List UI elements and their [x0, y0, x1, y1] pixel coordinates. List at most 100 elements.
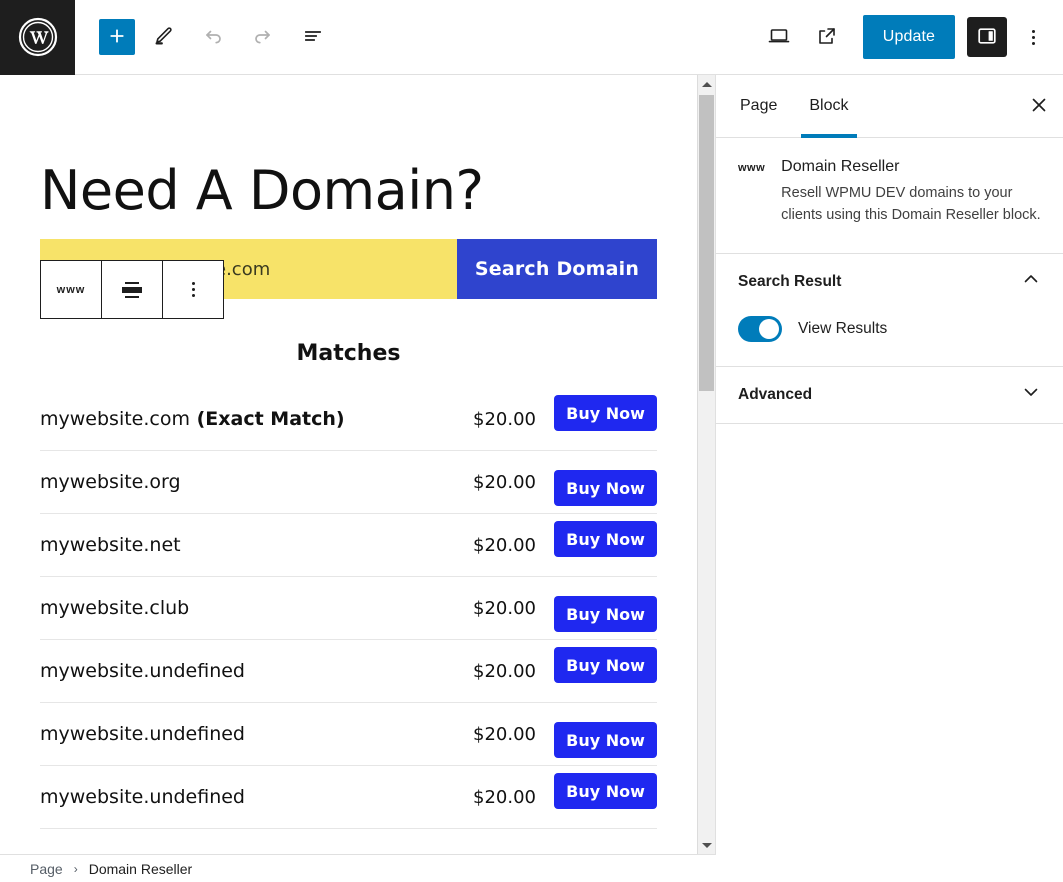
table-row: mywebsite.org $20.00 Buy Now [40, 451, 657, 514]
toolbar-right-tools: Update [757, 15, 1063, 59]
domain-name: mywebsite.undefined [40, 660, 473, 682]
domain-price: $20.00 [473, 535, 536, 556]
buy-now-button[interactable]: Buy Now [554, 470, 657, 506]
list-view-button[interactable] [291, 15, 335, 59]
domain-reseller-block-icon: www [57, 284, 86, 296]
three-dots-vertical-icon [1032, 30, 1035, 45]
domain-name: mywebsite.com (Exact Match) [40, 408, 473, 430]
panel-title: Search Result [738, 273, 1021, 291]
domain-name: mywebsite.net [40, 534, 473, 556]
toggle-knob [759, 319, 779, 339]
domain-name: mywebsite.undefined [40, 786, 473, 808]
domain-name: mywebsite.club [40, 597, 473, 619]
buy-now-button[interactable]: Buy Now [554, 773, 657, 809]
chevron-right-icon: › [74, 862, 78, 876]
table-row: mywebsite.club $20.00 Buy Now [40, 577, 657, 640]
wordpress-logo-icon [18, 17, 58, 57]
domain-price: $20.00 [473, 787, 536, 808]
panel-advanced-header[interactable]: Advanced [716, 367, 1063, 423]
scrollbar-thumb[interactable] [699, 95, 714, 391]
chevron-down-icon [702, 843, 712, 848]
panel-advanced: Advanced [716, 367, 1063, 424]
laptop-icon [766, 23, 792, 52]
buy-now-button[interactable]: Buy Now [554, 521, 657, 557]
pencil-icon [151, 24, 175, 51]
editor-canvas-region: Need A Domain? Eg: businessname.com Sear… [0, 75, 716, 854]
close-sidebar-button[interactable] [1015, 75, 1063, 137]
buy-now-button[interactable]: Buy Now [554, 722, 657, 758]
chevron-down-icon [1021, 382, 1041, 407]
edit-tool-button[interactable] [141, 15, 185, 59]
domain-price: $20.00 [473, 598, 536, 619]
block-info-card: www Domain Reseller Resell WPMU DEV doma… [716, 138, 1063, 254]
domain-price: $20.00 [473, 472, 536, 493]
search-domain-button[interactable]: Search Domain [457, 239, 657, 299]
domain-matches-list: mywebsite.com (Exact Match) $20.00 Buy N… [40, 388, 657, 829]
table-row: mywebsite.undefined $20.00 Buy Now [40, 766, 657, 829]
block-options-button[interactable] [163, 261, 223, 318]
view-site-button[interactable] [805, 15, 849, 59]
domain-price: $20.00 [473, 661, 536, 682]
panel-title: Advanced [738, 386, 1021, 404]
block-info-text: Domain Reseller Resell WPMU DEV domains … [781, 158, 1041, 227]
update-button[interactable]: Update [863, 15, 955, 59]
chevron-up-icon [702, 82, 712, 87]
block-description: Resell WPMU DEV domains to your clients … [781, 183, 1041, 227]
wordpress-logo-button[interactable] [0, 0, 75, 75]
breadcrumb-item-domain-reseller[interactable]: Domain Reseller [89, 861, 192, 877]
sidebar-tabs: Page Block [716, 75, 1063, 138]
domain-price: $20.00 [473, 409, 536, 430]
add-block-button[interactable] [99, 19, 135, 55]
settings-sidebar: Page Block www Domain Reseller Resell WP… [716, 75, 1063, 882]
breadcrumb-item-page[interactable]: Page [30, 861, 63, 877]
breadcrumb: Page › Domain Reseller [0, 854, 716, 882]
editor-canvas[interactable]: Need A Domain? Eg: businessname.com Sear… [0, 75, 697, 854]
panel-search-result-body: View Results [716, 310, 1063, 366]
plus-icon [106, 25, 128, 50]
more-options-button[interactable] [1015, 15, 1051, 59]
table-row: mywebsite.com (Exact Match) $20.00 Buy N… [40, 388, 657, 451]
canvas-scrollbar[interactable] [697, 75, 715, 854]
block-align-button[interactable] [102, 261, 163, 318]
view-results-toggle-row: View Results [738, 316, 1041, 342]
redo-arrow-icon [251, 24, 275, 51]
panel-search-result-header[interactable]: Search Result [716, 254, 1063, 310]
block-title: Domain Reseller [781, 158, 1041, 176]
buy-now-button[interactable]: Buy Now [554, 596, 657, 632]
undo-button[interactable] [191, 15, 235, 59]
more-options-icon [192, 282, 195, 297]
sidebar-panel-icon [976, 25, 998, 50]
domain-name: mywebsite.org [40, 471, 473, 493]
block-type-button[interactable]: www [41, 261, 102, 318]
tab-page[interactable]: Page [724, 75, 793, 137]
settings-sidebar-toggle-button[interactable] [967, 17, 1007, 57]
buy-now-button[interactable]: Buy Now [554, 647, 657, 683]
scroll-down-arrow[interactable] [698, 836, 715, 854]
tab-block[interactable]: Block [793, 75, 864, 137]
scroll-up-arrow[interactable] [698, 75, 715, 93]
list-view-icon [301, 24, 325, 51]
table-row: mywebsite.undefined $20.00 Buy Now [40, 703, 657, 766]
domain-price: $20.00 [473, 724, 536, 745]
buy-now-button[interactable]: Buy Now [554, 395, 657, 431]
view-results-label: View Results [798, 320, 887, 338]
redo-button[interactable] [241, 15, 285, 59]
preview-button[interactable] [757, 15, 801, 59]
toolbar-left-tools [99, 15, 335, 59]
editor-top-toolbar: Update [0, 0, 1063, 75]
close-x-icon [1029, 95, 1049, 118]
panel-search-result: Search Result View Results [716, 254, 1063, 367]
matches-heading: Matches [40, 341, 657, 366]
table-row: mywebsite.net $20.00 Buy Now [40, 514, 657, 577]
view-results-toggle[interactable] [738, 316, 782, 342]
chevron-up-icon [1021, 269, 1041, 294]
table-row: mywebsite.undefined $20.00 Buy Now [40, 640, 657, 703]
external-link-icon [815, 24, 839, 51]
block-toolbar: www [40, 260, 224, 319]
align-center-icon [122, 282, 142, 298]
wordpress-block-editor: Update Need A Domain? Eg: businessname [0, 0, 1063, 882]
undo-arrow-icon [201, 24, 225, 51]
domain-reseller-block-icon: www [738, 158, 765, 227]
domain-name: mywebsite.undefined [40, 723, 473, 745]
page-title[interactable]: Need A Domain? [40, 161, 657, 220]
